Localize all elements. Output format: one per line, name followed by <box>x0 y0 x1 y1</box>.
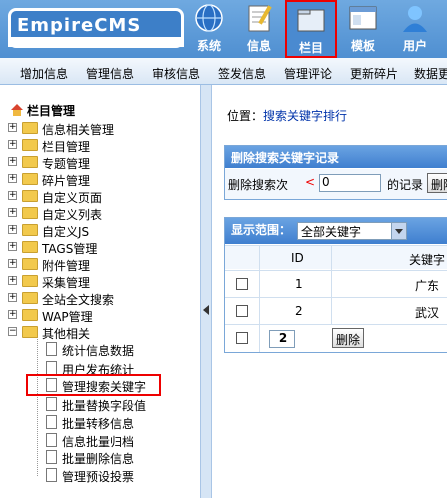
menu-update-fragments[interactable]: 更新碎片 <box>350 65 398 82</box>
logo-text: EmpireCMS <box>17 15 142 36</box>
collapse-icon: − <box>8 326 17 336</box>
less-than-sign: < <box>305 175 316 189</box>
expand-icon: + <box>8 156 17 166</box>
page-number[interactable]: 2 <box>269 330 295 348</box>
main-content: 位置：搜索关键字排行 删除搜索关键字记录 删除搜索次 < 0 的记录 删除 显示… <box>212 85 447 498</box>
document-icon <box>46 361 57 375</box>
folder-icon <box>22 207 38 219</box>
scope-select[interactable]: 全部关键字 <box>297 222 407 240</box>
nav-user-label: 用户 <box>402 39 427 53</box>
folder-icon <box>22 224 38 236</box>
record-suffix: 的记录 <box>387 178 424 192</box>
empirecms-logo: EmpireCMS <box>8 8 184 48</box>
sidebar-title: 栏目管理 <box>27 104 76 118</box>
expand-icon: + <box>8 275 17 285</box>
document-icon <box>46 450 57 464</box>
folder-icon <box>22 122 38 134</box>
nav-system-label: 系统 <box>196 39 221 53</box>
folder-icon <box>22 190 38 202</box>
home-icon <box>11 104 23 116</box>
expand-icon: + <box>8 173 17 183</box>
sidebar-splitter[interactable] <box>200 85 212 498</box>
nav-template[interactable]: 模板 <box>340 0 386 58</box>
scope-label: 显示范围： <box>231 223 292 237</box>
col-keyword: 关键字 <box>409 253 446 267</box>
folder-icon <box>22 139 38 151</box>
document-icon <box>46 468 57 482</box>
breadcrumb: 位置：搜索关键字排行 <box>227 109 348 123</box>
folder-open-icon <box>22 326 38 338</box>
document-icon <box>46 415 57 429</box>
left-sidebar: 栏目管理 + 信息相关管理 + 栏目管理 + 专题管理 + 碎片管理 + 自定义页面 + 自… <box>0 85 200 498</box>
folder-icon <box>22 309 38 321</box>
menu-manage-info[interactable]: 管理信息 <box>86 65 134 82</box>
delete-panel-title: 删除搜索关键字记录 <box>225 146 447 168</box>
nav-column[interactable]: 栏目 <box>285 0 337 58</box>
row-checkbox[interactable] <box>236 278 248 290</box>
folder-icon <box>22 258 38 270</box>
expand-icon: + <box>8 139 17 149</box>
user-icon <box>403 6 427 32</box>
menu-review-info[interactable]: 审核信息 <box>152 65 200 82</box>
folder-icon <box>22 156 38 168</box>
expand-icon: + <box>8 258 17 268</box>
row-id: 2 <box>295 304 303 318</box>
row-checkbox[interactable] <box>236 305 248 317</box>
expand-icon: + <box>8 122 17 132</box>
nav-template-label: 模板 <box>350 39 375 53</box>
nav-info-label: 信息 <box>246 39 271 53</box>
menu-manage-comments[interactable]: 管理评论 <box>284 65 332 82</box>
folder-icon <box>22 275 38 287</box>
nav-info[interactable]: 信息 <box>236 0 282 58</box>
menu-sign-info[interactable]: 签发信息 <box>218 65 266 82</box>
nav-column-label: 栏目 <box>298 41 323 55</box>
folder-icon <box>22 292 38 304</box>
delete-records-button[interactable]: 删除 <box>427 173 447 193</box>
document-icon <box>46 342 57 356</box>
keyword-list-panel: 显示范围： 全部关键字 ID 关键字 1 广东 2 武汉 2 删除 <box>224 217 447 353</box>
breadcrumb-link[interactable]: 搜索关键字排行 <box>263 109 347 123</box>
folder-icon <box>297 9 325 32</box>
row-id: 1 <box>295 277 303 291</box>
document-icon <box>46 397 57 411</box>
folder-icon <box>22 173 38 185</box>
globe-icon <box>195 4 223 32</box>
row-keyword: 广东 <box>415 279 440 293</box>
delete-count-label: 删除搜索次 <box>228 178 289 192</box>
nav-system[interactable]: 系统 <box>186 0 232 58</box>
menu-data-update[interactable]: 数据更 <box>414 65 447 82</box>
delete-selected-button[interactable]: 删除 <box>332 328 365 348</box>
menu-bar: 增加信息 管理信息 审核信息 签发信息 管理评论 更新碎片 数据更 <box>0 58 447 85</box>
nav-user[interactable]: 用户 <box>392 0 438 58</box>
chevron-down-icon[interactable] <box>391 223 406 239</box>
top-header: EmpireCMS 系统 信息 栏目 模板 用户 <box>0 0 447 58</box>
expand-icon: + <box>8 292 17 302</box>
document-icon <box>46 433 57 447</box>
expand-icon: + <box>8 241 17 251</box>
menu-add-info[interactable]: 增加信息 <box>20 65 68 82</box>
col-id: ID <box>291 251 304 265</box>
notepad-icon <box>248 5 272 32</box>
expand-icon: + <box>8 224 17 234</box>
expand-icon: + <box>8 207 17 217</box>
folder-icon <box>22 241 38 253</box>
window-icon <box>349 6 377 30</box>
collapse-arrow-icon[interactable] <box>203 305 209 315</box>
expand-icon: + <box>8 190 17 200</box>
delete-count-input[interactable]: 0 <box>319 174 381 192</box>
row-keyword: 武汉 <box>415 306 440 320</box>
delete-keywords-panel: 删除搜索关键字记录 删除搜索次 < 0 的记录 删除 <box>224 145 447 200</box>
select-all-checkbox[interactable] <box>236 332 248 344</box>
selection-highlight <box>26 374 161 396</box>
expand-icon: + <box>8 309 17 319</box>
